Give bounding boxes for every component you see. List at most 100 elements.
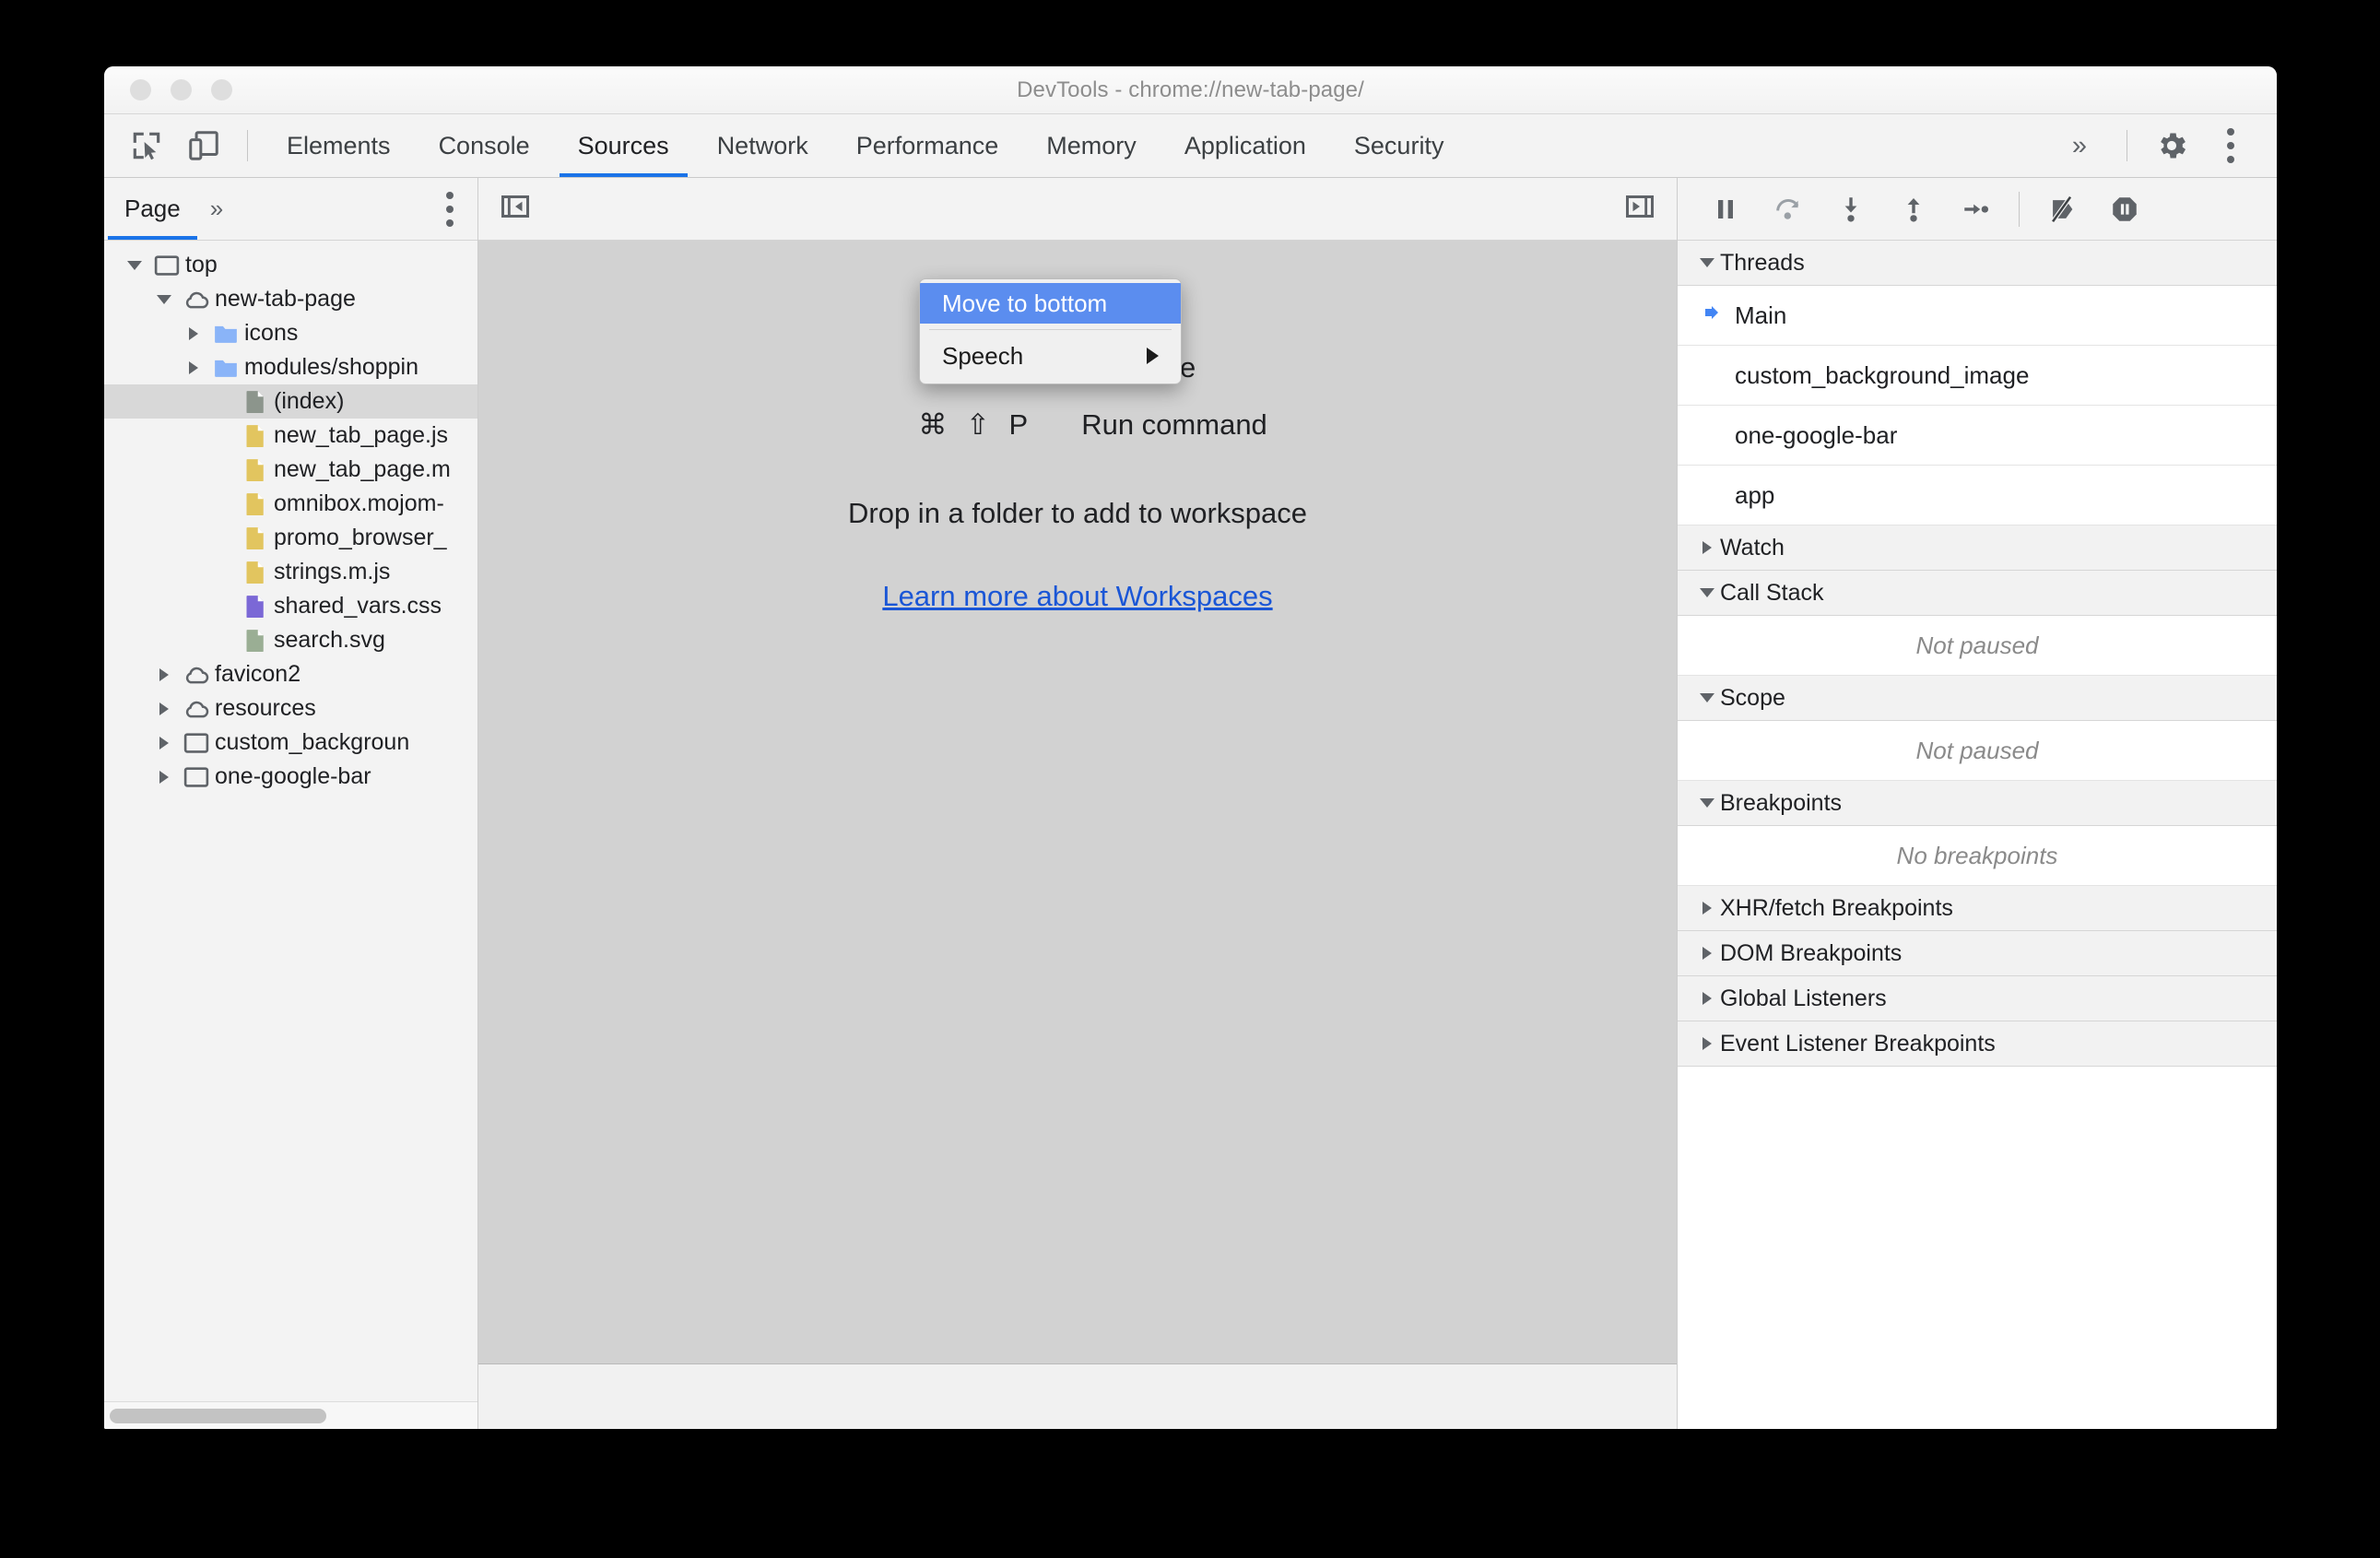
tab-sources[interactable]: Sources <box>554 114 693 177</box>
tree-item-label: modules/shoppin <box>244 354 419 380</box>
step-into-icon[interactable] <box>1820 182 1882 237</box>
tree-item-strings-m-js[interactable]: strings.m.js <box>104 555 477 589</box>
tab-performance[interactable]: Performance <box>832 114 1023 177</box>
context-menu-item-speech[interactable]: Speech <box>920 336 1181 376</box>
tree-item-resources[interactable]: resources <box>104 691 477 726</box>
tree-item-promo-browser-[interactable]: promo_browser_ <box>104 521 477 555</box>
chevron-down-icon[interactable] <box>150 294 178 304</box>
chevron-right-icon[interactable] <box>180 360 207 374</box>
tab-console[interactable]: Console <box>415 114 554 177</box>
section-header-watch[interactable]: Watch <box>1678 525 2277 571</box>
collapse-sidebar-left-icon[interactable] <box>499 190 532 228</box>
maximize-button[interactable] <box>211 79 232 100</box>
tree-item-shared-vars-css[interactable]: shared_vars.css <box>104 589 477 623</box>
tree-item-new-tab-page-js[interactable]: new_tab_page.js <box>104 419 477 453</box>
section-header-threads[interactable]: Threads <box>1678 241 2277 286</box>
navigator-more-tabs-chevron-icon[interactable]: » <box>201 195 229 223</box>
chevron-right-icon[interactable] <box>180 326 207 340</box>
step-icon[interactable] <box>1945 182 2008 237</box>
tree-item-label: search.svg <box>274 627 385 653</box>
tab-network[interactable]: Network <box>693 114 832 177</box>
navigator-horizontal-scrollbar[interactable] <box>104 1401 477 1429</box>
tab-security[interactable]: Security <box>1330 114 1468 177</box>
chevron-right-icon[interactable] <box>150 702 178 715</box>
minimize-button[interactable] <box>171 79 192 100</box>
deactivate-breakpoints-icon[interactable] <box>2031 182 2093 237</box>
tree-item-icons[interactable]: icons <box>104 316 477 350</box>
section-empty-message-breakpoints: No breakpoints <box>1678 826 2277 886</box>
chevron-right-icon[interactable] <box>150 770 178 784</box>
traffic-lights <box>130 79 232 100</box>
chevron-right-icon <box>1694 1037 1720 1050</box>
tree-item-top[interactable]: top <box>104 248 477 282</box>
section-header-dom-breakpoints[interactable]: DOM Breakpoints <box>1678 931 2277 976</box>
file-tree[interactable]: top new-tab-page icons modules/shoppin (inde… <box>104 241 477 1401</box>
tree-item-one-google-bar[interactable]: one-google-bar <box>104 760 477 794</box>
shortcut-run-command: ⌘ ⇧ P Run command <box>888 408 1267 442</box>
tab-application[interactable]: Application <box>1161 114 1330 177</box>
editor-placeholder: ⌘ P Open file ⌘ ⇧ P Run command Drop in … <box>478 241 1677 1364</box>
tree-item-modules-shoppin[interactable]: modules/shoppin <box>104 350 477 384</box>
navigator-tab-page[interactable]: Page <box>104 178 201 240</box>
thread-row[interactable]: app <box>1678 466 2277 525</box>
section-empty-message-call-stack: Not paused <box>1678 616 2277 676</box>
step-over-icon[interactable] <box>1757 182 1820 237</box>
pause-icon[interactable] <box>1694 182 1757 237</box>
tree-item--index-[interactable]: (index) <box>104 384 477 419</box>
tab-elements[interactable]: Elements <box>263 114 415 177</box>
chevron-down-icon[interactable] <box>121 260 148 270</box>
device-toolbar-icon[interactable] <box>175 120 232 171</box>
tree-item-label: strings.m.js <box>274 559 391 584</box>
more-tabs-chevron-icon[interactable]: » <box>2043 131 2112 161</box>
chevron-right-icon <box>1694 902 1720 915</box>
context-menu-separator <box>929 329 1172 330</box>
settings-gear-icon[interactable] <box>2142 128 2201 163</box>
cloud-icon <box>178 695 215 723</box>
tree-item-custom-backgroun[interactable]: custom_backgroun <box>104 726 477 760</box>
tree-item-label: (index) <box>274 388 345 414</box>
window-titlebar: DevTools - chrome://new-tab-page/ <box>104 66 2277 114</box>
chevron-down-icon <box>1694 798 1720 808</box>
close-button[interactable] <box>130 79 151 100</box>
tree-item-search-svg[interactable]: search.svg <box>104 623 477 657</box>
section-empty-message-scope: Not paused <box>1678 721 2277 781</box>
main-menu-kebab-icon[interactable] <box>2201 128 2260 163</box>
tree-item-label: custom_backgroun <box>215 729 410 755</box>
debugger-sections[interactable]: Threads Main custom_background_image one-go… <box>1678 241 2277 1429</box>
editor-toolbar <box>478 178 1677 241</box>
learn-more-workspaces-link[interactable]: Learn more about Workspaces <box>882 580 1272 613</box>
expand-sidebar-right-icon[interactable] <box>1623 190 1656 228</box>
scrollbar-thumb[interactable] <box>110 1408 326 1423</box>
step-out-icon[interactable] <box>1882 182 1945 237</box>
section-header-breakpoints[interactable]: Breakpoints <box>1678 781 2277 826</box>
thread-row[interactable]: one-google-bar <box>1678 406 2277 466</box>
section-header-xhr-fetch-breakpoints[interactable]: XHR/fetch Breakpoints <box>1678 886 2277 931</box>
doc-yellow-icon <box>237 490 274 518</box>
thread-row[interactable]: custom_background_image <box>1678 346 2277 406</box>
chevron-right-icon[interactable] <box>150 736 178 749</box>
thread-row[interactable]: Main <box>1678 286 2277 346</box>
section-title: Global Listeners <box>1720 985 1887 1011</box>
tab-memory[interactable]: Memory <box>1022 114 1161 177</box>
tree-item-omnibox-mojom-[interactable]: omnibox.mojom- <box>104 487 477 521</box>
chevron-right-icon[interactable] <box>150 667 178 681</box>
section-title: Call Stack <box>1720 579 1824 606</box>
navigator-menu-kebab-icon[interactable] <box>446 191 477 227</box>
frame-icon <box>148 252 185 279</box>
pause-on-exceptions-icon[interactable] <box>2093 182 2156 237</box>
section-header-event-listener-breakpoints[interactable]: Event Listener Breakpoints <box>1678 1021 2277 1067</box>
doc-yellow-icon <box>237 525 274 552</box>
tree-item-new-tab-page-m[interactable]: new_tab_page.m <box>104 453 477 487</box>
shortcut-keys: ⌘ ⇧ P <box>918 408 1034 441</box>
context-menu: Move to bottom Speech <box>919 278 1182 384</box>
context-menu-item-move-to-bottom[interactable]: Move to bottom <box>920 283 1181 324</box>
tree-item-favicon2[interactable]: favicon2 <box>104 657 477 691</box>
submenu-arrow-icon <box>1147 348 1159 364</box>
section-header-scope[interactable]: Scope <box>1678 676 2277 721</box>
tree-item-label: new-tab-page <box>215 286 356 312</box>
inspect-cursor-icon[interactable] <box>118 120 175 171</box>
section-header-call-stack[interactable]: Call Stack <box>1678 571 2277 616</box>
navigator-tabbar: Page » <box>104 178 477 241</box>
tree-item-new-tab-page[interactable]: new-tab-page <box>104 282 477 316</box>
section-header-global-listeners[interactable]: Global Listeners <box>1678 976 2277 1021</box>
